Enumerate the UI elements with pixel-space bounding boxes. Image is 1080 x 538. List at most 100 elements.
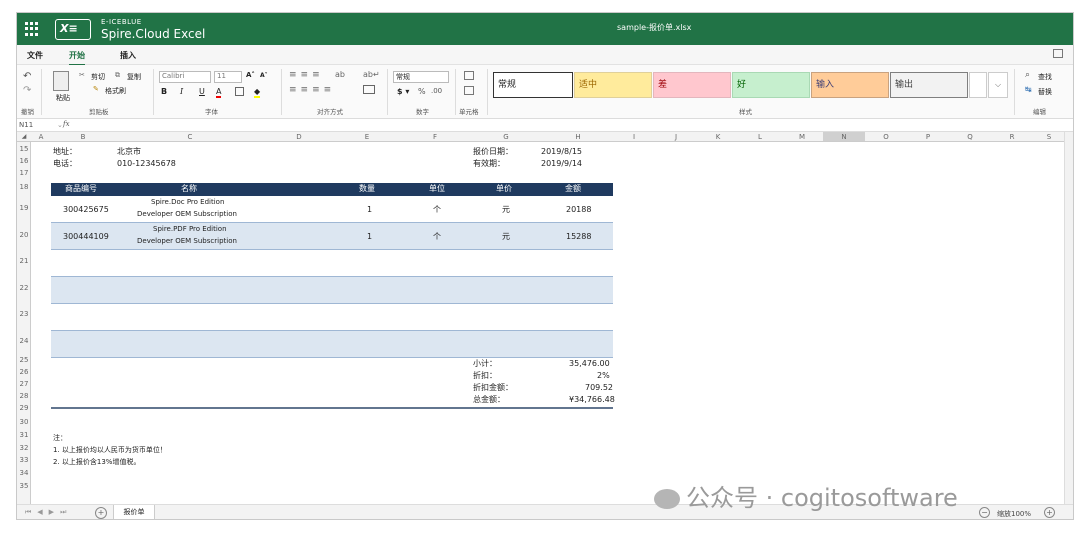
font-grow-icon[interactable]: A˄ (246, 71, 255, 79)
percent-icon[interactable]: % (418, 87, 426, 96)
fx-icon[interactable]: fx (63, 120, 70, 128)
style-normal[interactable]: 常规 (493, 72, 573, 98)
item-name-line2[interactable]: Developer OEM Subscription (137, 238, 237, 245)
insert-cells-icon[interactable] (464, 71, 474, 80)
font-shrink-icon[interactable]: A˅ (260, 72, 268, 79)
font-color-icon[interactable]: A (216, 87, 222, 98)
paste-icon[interactable] (53, 71, 69, 91)
redo-icon[interactable]: ↷ (23, 85, 31, 96)
subtotal-value[interactable]: 35,476.00 (569, 360, 610, 368)
phone-value[interactable]: 010-12345678 (117, 160, 176, 168)
cut-button[interactable]: 剪切 (91, 72, 105, 82)
row-header[interactable]: 16 (17, 157, 31, 165)
item-name-line2[interactable]: Developer OEM Subscription (137, 211, 237, 218)
sheet-tab-quote[interactable]: 报价单 (113, 505, 155, 519)
text-direction-icon[interactable]: ab (335, 70, 345, 79)
number-format-select[interactable]: 常规 (393, 71, 449, 83)
col-header-r[interactable]: R (991, 133, 1033, 141)
zoom-level[interactable]: 缩放100% (997, 509, 1031, 519)
row-header[interactable]: 35 (17, 482, 31, 490)
vertical-scrollbar[interactable] (1064, 132, 1073, 504)
col-header-a[interactable]: A (31, 133, 51, 141)
total-value[interactable]: ¥34,766.48 (569, 396, 615, 404)
item-name-line1[interactable]: Spire.Doc Pro Edition (151, 199, 224, 206)
add-sheet-icon[interactable]: + (95, 507, 107, 519)
borders-icon[interactable] (235, 87, 244, 96)
item-unit[interactable]: 个 (433, 233, 441, 241)
row-header[interactable]: 31 (17, 431, 31, 439)
valid-until-value[interactable]: 2019/9/14 (541, 160, 582, 168)
item-amount[interactable]: 20188 (566, 206, 591, 214)
formula-input[interactable] (75, 120, 1065, 131)
italic-icon[interactable]: I (180, 87, 183, 96)
note-line-1[interactable]: 1. 以上报价均以人民币为货币单位！ (53, 447, 167, 454)
item-code[interactable]: 300444109 (63, 233, 109, 241)
discount-amount-value[interactable]: 709.52 (585, 384, 613, 392)
copy-button[interactable]: 复制 (127, 72, 141, 82)
cut-icon[interactable]: ✂ (79, 71, 85, 79)
row-header[interactable]: 21 (17, 257, 31, 265)
quote-date-value[interactable]: 2019/8/15 (541, 148, 582, 156)
col-header-m[interactable]: M (781, 133, 823, 141)
spreadsheet-grid[interactable]: ◢ A B C D E F G H I J K L M N O P Q R S … (17, 132, 1073, 504)
style-output[interactable]: 输出 (890, 72, 968, 98)
col-header-h[interactable]: H (543, 133, 613, 141)
row-header[interactable]: 17 (17, 169, 31, 177)
format-painter-icon[interactable]: ✎ (93, 85, 99, 93)
replace-icon[interactable]: ↹ (1025, 85, 1032, 94)
col-header-e[interactable]: E (333, 133, 401, 141)
format-painter-button[interactable]: 格式刷 (105, 86, 126, 96)
delete-cells-icon[interactable] (464, 86, 474, 95)
copy-icon[interactable]: ⧉ (115, 71, 120, 80)
col-header-s[interactable]: S (1033, 133, 1065, 141)
decimal-icon[interactable]: .00 (431, 87, 442, 95)
item-name-line1[interactable]: Spire.PDF Pro Edition (153, 226, 227, 233)
col-header-i[interactable]: I (613, 133, 655, 141)
style-input[interactable]: 输入 (811, 72, 889, 98)
item-price[interactable]: 元 (502, 206, 510, 214)
align-top-icons[interactable]: ≡≡≡ (289, 70, 324, 80)
item-amount[interactable]: 15288 (566, 233, 591, 241)
app-launcher-icon[interactable] (25, 22, 39, 36)
col-header-b[interactable]: B (51, 133, 115, 141)
item-price[interactable]: 元 (502, 233, 510, 241)
merge-cells-icon[interactable] (363, 85, 375, 94)
row-header[interactable]: 22 (17, 284, 31, 292)
col-header-j[interactable]: J (655, 133, 697, 141)
menu-insert[interactable]: 插入 (120, 50, 136, 61)
replace-button[interactable]: 替换 (1038, 87, 1052, 97)
fill-color-icon[interactable]: ◆ (254, 87, 261, 98)
currency-icon[interactable]: $ ▾ (397, 87, 409, 96)
note-line-2[interactable]: 2. 以上报价含13%增值税。 (53, 459, 140, 466)
find-icon[interactable]: ⌕ (1025, 70, 1030, 80)
row-header[interactable]: 33 (17, 456, 31, 464)
paste-label[interactable]: 粘贴 (56, 93, 70, 103)
row-header[interactable]: 26 (17, 368, 31, 376)
row-header[interactable]: 34 (17, 469, 31, 477)
zoom-in-icon[interactable]: + (1044, 507, 1055, 518)
row-header[interactable]: 23 (17, 310, 31, 318)
item-qty[interactable]: 1 (367, 233, 372, 241)
address-value[interactable]: 北京市 (117, 148, 141, 156)
item-code[interactable]: 300425675 (63, 206, 109, 214)
font-name-select[interactable]: Calibri (159, 71, 211, 83)
col-header-f[interactable]: F (401, 133, 469, 141)
row-header[interactable]: 27 (17, 380, 31, 388)
name-box-dropdown-icon[interactable]: ⌄ (57, 121, 63, 129)
name-box[interactable]: N11 (19, 121, 55, 129)
col-header-n[interactable]: N (823, 132, 865, 141)
row-header[interactable]: 25 (17, 356, 31, 364)
wrap-text-icon[interactable]: ab↵ (363, 70, 380, 79)
col-header-k[interactable]: K (697, 133, 739, 141)
find-button[interactable]: 查找 (1038, 72, 1052, 82)
undo-icon[interactable]: ↶ (23, 71, 31, 82)
style-neutral[interactable]: 适中 (574, 72, 652, 98)
underline-icon[interactable]: U (199, 87, 205, 96)
select-all-corner[interactable]: ◢ (17, 133, 31, 140)
row-header[interactable]: 18 (17, 183, 31, 191)
col-header-c[interactable]: C (115, 133, 265, 141)
ribbon-toggle-icon[interactable] (1053, 49, 1063, 58)
item-unit[interactable]: 个 (433, 206, 441, 214)
col-header-l[interactable]: L (739, 133, 781, 141)
zoom-out-icon[interactable]: − (979, 507, 990, 518)
